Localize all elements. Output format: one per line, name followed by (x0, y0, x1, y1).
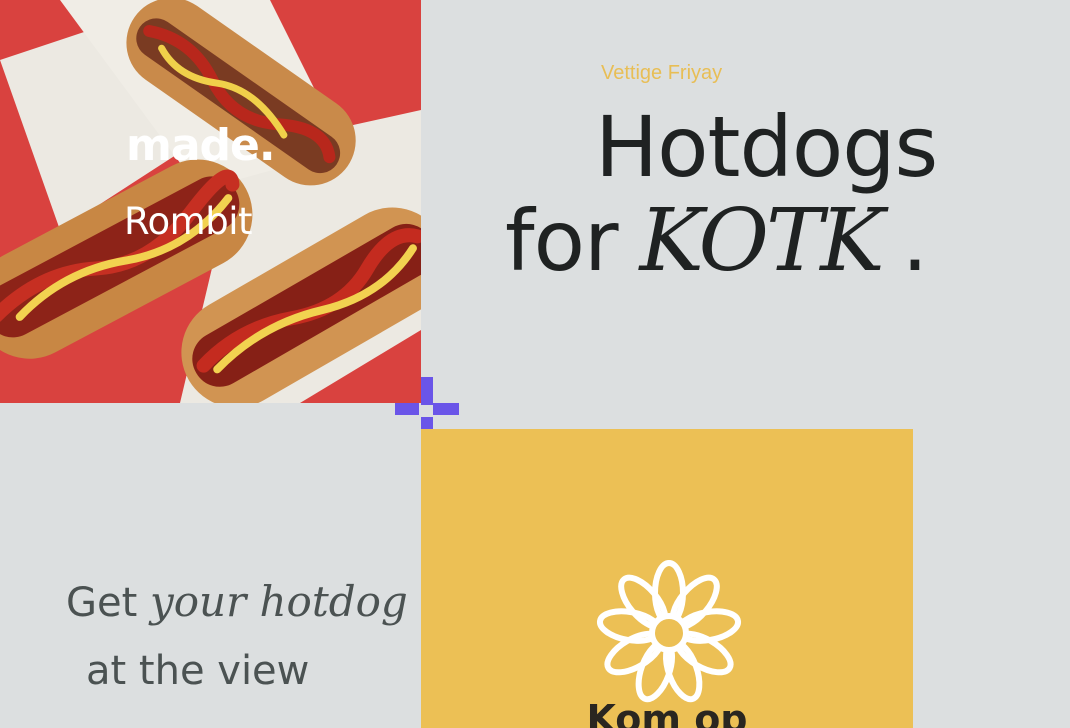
event-card: Kom op (421, 429, 913, 728)
tagline-line-1: Get your hotdog (66, 568, 408, 637)
card-heading: Kom op (586, 697, 748, 728)
tagline: Get your hotdog at the view (66, 568, 408, 705)
tagline-line-2: at the view (86, 648, 310, 694)
page-headline: Hotdogs for KOTK. (505, 98, 938, 288)
headline-line-2: for KOTK. (505, 194, 937, 288)
headline-line-1: Hotdogs (595, 98, 938, 196)
headline-emphasis: KOTK (639, 191, 885, 291)
hero-hotdog-photo: made. Rombit (0, 0, 421, 403)
rombit-logo: Rombit (124, 200, 253, 243)
flower-icon (596, 560, 742, 703)
tagline-get: Get (66, 580, 138, 626)
eyebrow-label: Vettige Friyay (601, 62, 723, 84)
headline-dot: . (901, 192, 929, 290)
tagline-emphasis: your hotdog (150, 577, 408, 626)
headline-for: for (505, 192, 618, 290)
made-logo: made. (126, 120, 276, 171)
